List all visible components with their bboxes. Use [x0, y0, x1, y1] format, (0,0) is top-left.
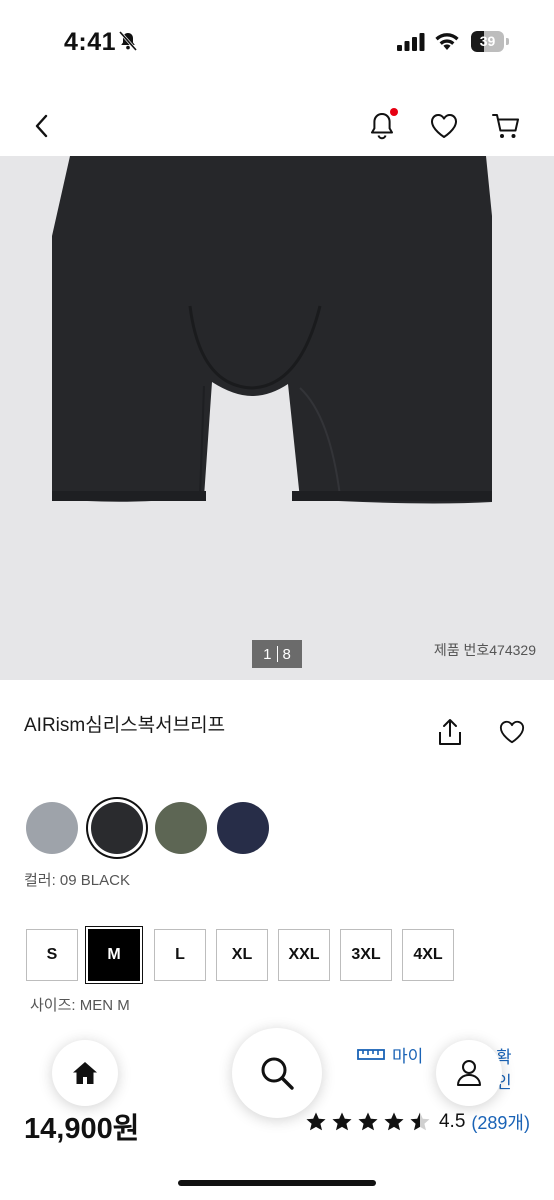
product-photo	[52, 156, 492, 504]
product-rating[interactable]: 4.5 (289개)	[305, 1107, 530, 1137]
color-swatch-navy[interactable]	[217, 802, 269, 854]
size-option-l[interactable]: L	[154, 929, 206, 981]
size-option-3xl[interactable]: 3XL	[340, 929, 392, 981]
notification-dot	[390, 108, 398, 116]
my-size-check-link[interactable]: 마이 확인	[356, 1040, 512, 1092]
review-count: (289개)	[471, 1113, 530, 1133]
ruler-icon	[357, 1049, 385, 1060]
battery-indicator: 39	[471, 31, 509, 52]
star-half-icon	[410, 1112, 430, 1131]
size-option-s[interactable]: S	[26, 929, 78, 981]
color-swatch-gray[interactable]	[26, 802, 78, 854]
home-indicator	[178, 1180, 376, 1186]
battery-level: 39	[479, 33, 496, 49]
wifi-icon	[435, 33, 459, 50]
share-icon	[439, 719, 461, 745]
heart-icon	[430, 113, 458, 138]
home-icon	[73, 1062, 97, 1084]
nav-bar	[0, 96, 554, 156]
product-price: 14,900원	[24, 1113, 140, 1145]
star-full-icon	[306, 1112, 326, 1131]
selected-size-label: 사이즈: MEN M	[30, 997, 130, 1014]
my-size-label-start: 마이	[392, 1046, 424, 1066]
product-title-row: AIRism심리스복서브리프	[24, 706, 530, 756]
back-button[interactable]	[24, 110, 60, 142]
size-option-xl[interactable]: XL	[216, 929, 268, 981]
product-image-carousel[interactable]: 1 8 제품 번호474329	[0, 156, 554, 680]
heart-icon	[499, 720, 525, 744]
size-option-4xl[interactable]: 4XL	[402, 929, 454, 981]
chevron-left-icon	[35, 114, 48, 138]
user-icon	[457, 1060, 481, 1086]
cart-icon	[492, 114, 519, 138]
product-code: 제품 번호474329	[433, 642, 536, 658]
star-full-icon	[332, 1112, 352, 1131]
rating-value: 4.5	[438, 1111, 466, 1132]
status-bar: 4:41 39	[0, 0, 554, 84]
star-full-icon	[384, 1112, 404, 1131]
search-icon	[261, 1057, 294, 1090]
color-swatch-olive[interactable]	[155, 802, 207, 854]
size-option-xxl[interactable]: XXL	[278, 929, 330, 981]
share-button[interactable]	[436, 716, 464, 748]
image-counter: 1 8	[252, 640, 302, 668]
notifications-button[interactable]	[364, 108, 400, 144]
signal-icon	[397, 33, 425, 51]
product-title: AIRism심리스복서브리프	[24, 715, 226, 736]
cart-button[interactable]	[488, 108, 524, 144]
wishlist-button[interactable]	[498, 718, 526, 746]
search-button[interactable]	[232, 1028, 322, 1118]
size-option-m[interactable]: M	[88, 929, 140, 981]
image-counter-total: 8	[282, 645, 291, 663]
account-button[interactable]	[436, 1040, 502, 1106]
status-time: 4:41	[64, 28, 117, 56]
wishlist-nav-button[interactable]	[426, 108, 462, 144]
home-button[interactable]	[52, 1040, 118, 1106]
image-counter-current: 1	[263, 645, 272, 663]
selected-color-label: 컬러: 09 BLACK	[24, 872, 130, 889]
rating-stars	[305, 1111, 431, 1133]
bell-slash-icon	[118, 31, 138, 51]
color-swatch-black[interactable]	[91, 802, 143, 854]
star-full-icon	[358, 1112, 378, 1131]
